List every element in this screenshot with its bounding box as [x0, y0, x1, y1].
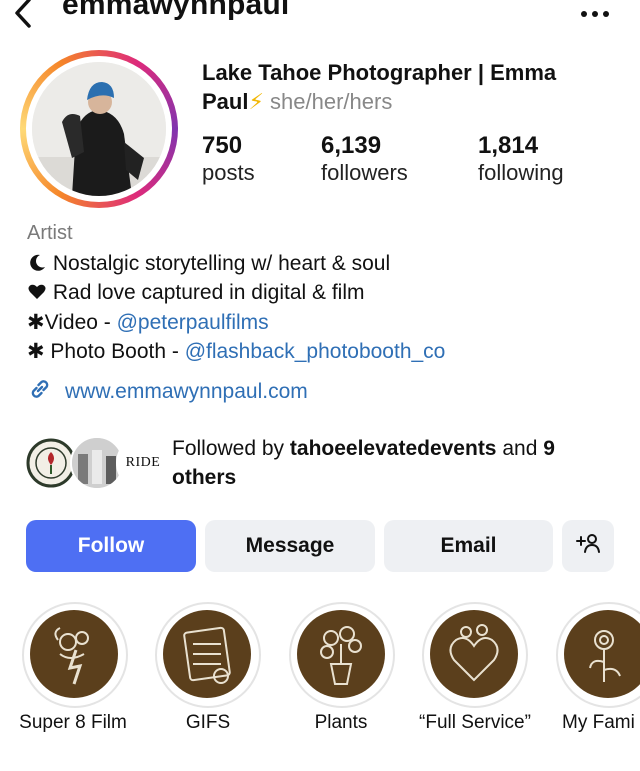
- mention-link[interactable]: @flashback_photobooth_co: [185, 340, 446, 363]
- stat-followers[interactable]: 6,139 followers: [321, 132, 408, 186]
- stat-label: following: [478, 160, 564, 185]
- profile-avatar[interactable]: [20, 50, 178, 208]
- pronouns: she/her/hers: [270, 89, 393, 114]
- stat-following[interactable]: 1,814 following: [478, 132, 564, 186]
- bio-text: ✱Video -: [27, 311, 117, 334]
- stat-value: 6,139: [321, 132, 382, 159]
- bio-line: ✱ Photo Booth - @flashback_photobooth_co: [27, 339, 445, 364]
- stat-label: followers: [321, 160, 408, 185]
- mutual-avatar: RIDE: [116, 436, 170, 490]
- highlight-full-service[interactable]: [422, 602, 528, 708]
- website-link-row[interactable]: www.emmawynnpaul.com: [27, 376, 308, 407]
- more-options-icon[interactable]: [580, 0, 610, 26]
- back-icon[interactable]: [12, 0, 34, 36]
- highlight-my-family[interactable]: [556, 602, 640, 708]
- bio-text: Nostalgic storytelling w/ heart & soul: [52, 252, 391, 275]
- highlight-label: Super 8 Film: [19, 712, 127, 733]
- follow-button[interactable]: Follow: [26, 520, 196, 572]
- highlight-label: GIFS: [185, 712, 231, 733]
- link-icon: [27, 376, 53, 407]
- highlight-label: “Full Service”: [419, 712, 531, 733]
- lightning-bolt-icon: ⚡: [248, 89, 264, 114]
- followed-by-prefix: Followed by: [172, 437, 290, 460]
- email-button[interactable]: Email: [384, 520, 553, 572]
- followed-by-account[interactable]: tahoeelevatedevents: [290, 437, 497, 460]
- followed-by-text[interactable]: Followed by tahoeelevatedevents and 9 ot…: [172, 434, 622, 492]
- stat-value: 1,814: [478, 132, 539, 159]
- message-button[interactable]: Message: [205, 520, 375, 572]
- film-strip-icon: [163, 610, 251, 698]
- heart-flower-icon: [430, 610, 518, 698]
- avatar-badge-text: RIDE: [125, 455, 161, 470]
- add-person-button[interactable]: [562, 520, 614, 572]
- stat-value: 750: [202, 132, 243, 159]
- website-link[interactable]: www.emmawynnpaul.com: [65, 380, 308, 404]
- mutual-follower-avatars[interactable]: RIDE: [24, 436, 170, 490]
- highlight-super-8-film[interactable]: [22, 602, 128, 708]
- bio-line: Nostalgic storytelling w/ heart & soul: [27, 252, 390, 276]
- bio-text: Rad love captured in digital & film: [52, 281, 365, 304]
- highlight-label: Plants: [314, 712, 368, 733]
- bio-line: ✱Video - @peterpaulfilms: [27, 310, 269, 335]
- profile-category: Artist: [27, 222, 73, 244]
- profile-username: emmawynnpaul: [62, 0, 290, 21]
- stat-posts[interactable]: 750 posts: [202, 132, 255, 186]
- profile-display-name: Lake Tahoe Photographer | Emma Paul⚡ she…: [202, 58, 622, 116]
- floral-icon: [564, 610, 640, 698]
- avatar-photo: [32, 62, 166, 196]
- moon-icon: [27, 252, 47, 275]
- highlight-gifs[interactable]: [155, 602, 261, 708]
- heart-icon: [27, 281, 47, 304]
- mention-link[interactable]: @peterpaulfilms: [117, 311, 269, 334]
- followed-by-and: and: [496, 437, 544, 460]
- highlight-plants[interactable]: [289, 602, 395, 708]
- stat-label: posts: [202, 160, 255, 185]
- flower-vase-icon: [297, 610, 385, 698]
- bio-text: ✱ Photo Booth -: [27, 340, 185, 363]
- highlight-label: My Fami: [562, 712, 635, 733]
- flower-lightning-icon: [30, 610, 118, 698]
- bio-line: Rad love captured in digital & film: [27, 281, 365, 305]
- add-person-icon: [575, 532, 601, 560]
